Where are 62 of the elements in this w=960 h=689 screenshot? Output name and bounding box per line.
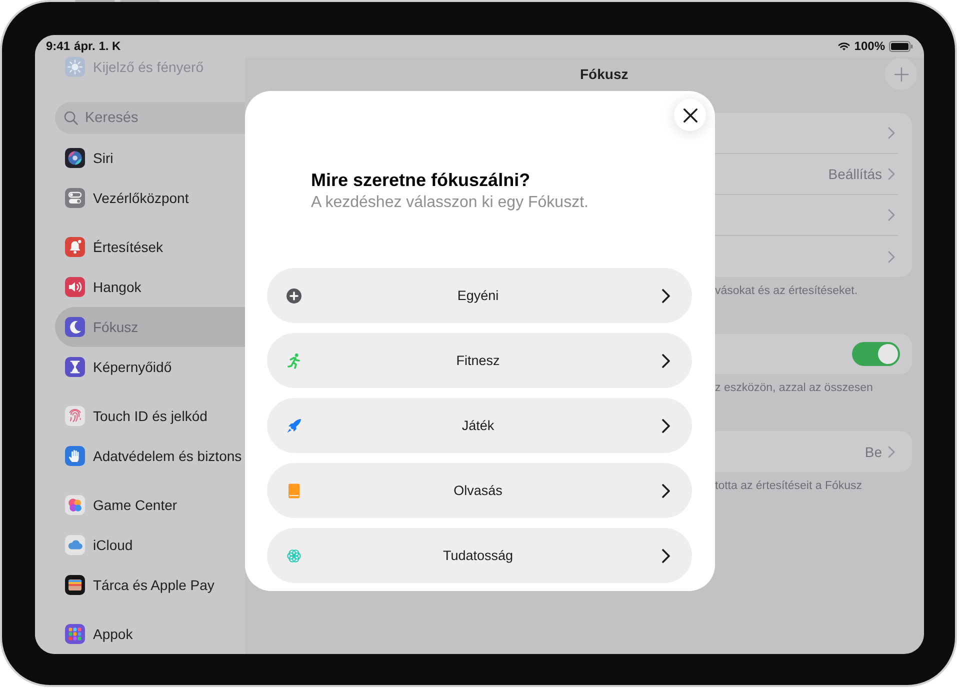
dialog-subtitle: A kezdéshez válasszon ki egy Fókuszt. [311,193,590,213]
chevron-icon [662,354,670,368]
chevron-icon [662,548,670,562]
chevron-icon [888,250,895,262]
plus-circle-icon [286,288,302,304]
focus-option-button[interactable]: Fitnesz [267,333,692,388]
status-date: ápr. 1. K [74,39,121,53]
cloud-icon [65,535,85,555]
sidebar-item[interactable]: Képernyőidő [55,347,245,387]
sidebar-item[interactable]: Hangok [55,267,245,307]
search-icon [64,111,78,125]
chevron-icon [888,446,895,458]
moon-icon [65,317,85,337]
focus-option-button[interactable]: Játék [267,398,692,453]
add-button[interactable] [885,58,917,90]
sidebar-item[interactable]: Game Center [55,485,245,525]
app-grid-icon [65,624,85,644]
bell-icon [65,237,85,257]
battery-icon [889,40,913,52]
chevron-icon [662,288,670,302]
flower-icon [286,548,302,564]
battery-percent: 100% [854,39,885,53]
section-footer-text: totta az értesítéseit a Fókusz [715,479,864,493]
hand-icon [65,446,85,466]
sidebar-item[interactable]: Értesítések [55,227,245,267]
dialog-title: Mire szeretne fókuszálni? [311,169,532,191]
speaker-icon [65,277,85,297]
close-icon [682,108,698,122]
focus-option-button[interactable]: Tudatosság [267,528,692,583]
sidebar-item[interactable]: Touch ID és jelkód [55,396,245,436]
wallet-icon [65,575,85,595]
chevron-icon [888,127,895,139]
sidebar-item[interactable]: Vezérlőközpont [55,178,245,218]
sidebar-item[interactable]: iCloud [55,525,245,565]
sun-icon [65,57,85,77]
sidebar-item[interactable]: Siri [55,138,245,178]
hourglass-icon [65,357,85,377]
section-footer-text: z eszközön, azzal az összesen [715,381,874,395]
section-footer-text: vásokat és az értesítéseket. [715,284,859,298]
close-button[interactable] [674,99,706,131]
wifi-icon [838,42,850,50]
runner-icon [286,352,302,368]
plus-icon [894,66,908,82]
sidebar-item[interactable]: Adatvédelem és biztons [55,436,245,476]
rocket-icon [286,418,302,434]
toggle-switch[interactable] [852,342,900,366]
circles-icon [65,495,85,515]
page-title: Fókusz [580,66,628,82]
chevron-icon [662,418,670,432]
chevron-icon [888,209,895,221]
sidebar-item[interactable]: Tárca és Apple Pay [55,565,245,605]
chevron-icon [662,484,670,498]
orb-icon [65,148,85,168]
focus-option-button[interactable]: Egyéni [267,268,692,323]
search-field[interactable]: Keresés [55,102,245,134]
fingerprint-icon [65,406,85,426]
switches-icon [65,188,85,208]
sidebar-item[interactable]: Appok [55,614,245,654]
status-time: 9:41 [46,39,70,53]
book-icon [286,482,302,498]
focus-option-button[interactable]: Olvasás [267,463,692,518]
chevron-icon [888,168,895,180]
